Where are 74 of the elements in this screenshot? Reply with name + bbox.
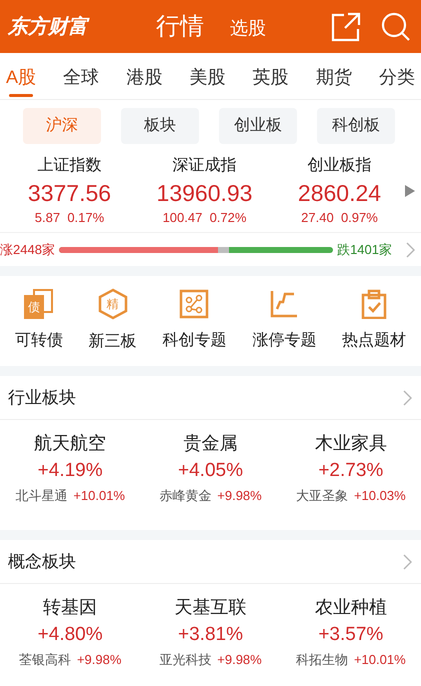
leading-stock-change: +9.98% bbox=[217, 487, 262, 505]
sector-name: 天基互联 bbox=[174, 596, 246, 619]
sector-change: +4.80% bbox=[38, 623, 103, 647]
index-quote[interactable]: 创业板指 2860.24 27.40 0.97% bbox=[274, 154, 405, 228]
index-name: 创业板指 bbox=[308, 156, 372, 176]
sector-card[interactable]: 农业种植 +3.57% 科拓生物 +10.01% bbox=[280, 594, 421, 686]
index-quote[interactable]: 上证指数 3377.56 5.87 0.17% bbox=[4, 154, 135, 228]
shortcut-button[interactable]: 债 可转债 bbox=[14, 289, 63, 353]
shortcut-button[interactable]: 涨停专题 bbox=[252, 289, 316, 353]
sector-name: 农业种植 bbox=[314, 596, 387, 619]
search-icon[interactable] bbox=[381, 12, 411, 42]
market-tab[interactable]: A股 bbox=[6, 55, 36, 97]
leading-stock: 赤峰黄金 bbox=[159, 487, 212, 505]
index-name: 上证指数 bbox=[38, 156, 102, 176]
header-tab[interactable]: 选股 bbox=[230, 14, 266, 42]
market-tab[interactable]: 美股 bbox=[189, 55, 226, 97]
sector-card[interactable]: 转基因 +4.80% 荃银高科 +9.98% bbox=[0, 594, 140, 686]
sector-card[interactable]: 贵金属 +4.05% 赤峰黄金 +9.98% bbox=[140, 430, 281, 530]
index-change: 100.47 0.72% bbox=[162, 209, 246, 228]
shortcut-button[interactable]: 精 新三板 bbox=[88, 288, 137, 354]
app-logo: 东方财富 bbox=[8, 14, 90, 40]
play-arrow-icon[interactable] bbox=[405, 185, 415, 197]
index-change: 27.40 0.97% bbox=[301, 209, 378, 228]
market-tab[interactable]: 英股 bbox=[252, 55, 289, 97]
chevron-right-icon bbox=[406, 242, 415, 258]
index-value: 13960.93 bbox=[156, 179, 252, 208]
sub-tab[interactable]: 板块 bbox=[121, 108, 199, 144]
sector-card[interactable]: 航天航空 +4.19% 北斗星通 +10.01% bbox=[0, 430, 140, 530]
sector-card[interactable]: 木业家具 +2.73% 大亚圣象 +10.03% bbox=[280, 430, 421, 530]
header-tab[interactable]: 行情 bbox=[156, 8, 204, 44]
leading-stock: 科拓生物 bbox=[296, 651, 348, 669]
step-chart-icon bbox=[269, 289, 300, 319]
chevron-right-icon bbox=[403, 554, 412, 570]
index-quote[interactable]: 深证成指 13960.93 100.47 0.72% bbox=[139, 154, 270, 228]
sector-change: +2.73% bbox=[318, 459, 384, 483]
leading-stock: 北斗星通 bbox=[15, 487, 68, 505]
leading-stock: 亚光科技 bbox=[159, 651, 212, 669]
chevron-right-icon bbox=[403, 390, 412, 406]
sector-change: +4.05% bbox=[178, 459, 243, 483]
market-tab[interactable]: 港股 bbox=[126, 55, 162, 97]
market-tab[interactable]: 分类 bbox=[378, 55, 415, 97]
index-change: 5.87 0.17% bbox=[34, 209, 104, 228]
market-tab[interactable]: 期货 bbox=[316, 55, 352, 97]
leading-stock-change: +10.03% bbox=[354, 487, 406, 505]
sub-tab[interactable]: 科创板 bbox=[317, 108, 395, 144]
index-name: 深证成指 bbox=[172, 156, 236, 176]
index-value: 2860.24 bbox=[298, 179, 382, 208]
leading-stock-change: +9.98% bbox=[217, 651, 262, 669]
shortcut-button[interactable]: 热点题材 bbox=[342, 289, 406, 353]
sector-name: 贵金属 bbox=[183, 432, 238, 455]
market-tab[interactable]: 全球 bbox=[63, 55, 100, 97]
decliners-count: 跌1401家 bbox=[337, 240, 392, 259]
leading-stock-change: +10.01% bbox=[354, 651, 406, 669]
section-title: 行业板块 bbox=[8, 386, 76, 409]
sector-name: 木业家具 bbox=[314, 432, 387, 455]
leading-stock: 大亚圣象 bbox=[296, 487, 348, 505]
section-title: 概念板块 bbox=[8, 550, 76, 573]
sector-change: +3.57% bbox=[318, 623, 384, 647]
sector-change: +3.81% bbox=[178, 623, 243, 647]
clipboard-check-icon bbox=[359, 289, 390, 319]
hexagon-icon: 精 bbox=[98, 288, 128, 320]
sector-change: +4.19% bbox=[38, 459, 103, 483]
nodes-icon bbox=[179, 289, 210, 319]
sector-card[interactable]: 天基互联 +3.81% 亚光科技 +9.98% bbox=[140, 594, 281, 686]
sector-name: 航天航空 bbox=[34, 432, 106, 455]
index-value: 3377.56 bbox=[28, 179, 112, 208]
leading-stock: 荃银高科 bbox=[18, 651, 71, 669]
sector-name: 转基因 bbox=[43, 596, 98, 619]
leading-stock-change: +9.98% bbox=[76, 651, 122, 669]
advancers-count: 涨2448家 bbox=[0, 240, 55, 259]
leading-stock-change: +10.01% bbox=[73, 487, 125, 505]
share-icon[interactable] bbox=[331, 12, 361, 42]
shortcut-button[interactable]: 科创专题 bbox=[162, 289, 226, 353]
sub-tab[interactable]: 创业板 bbox=[219, 108, 297, 144]
